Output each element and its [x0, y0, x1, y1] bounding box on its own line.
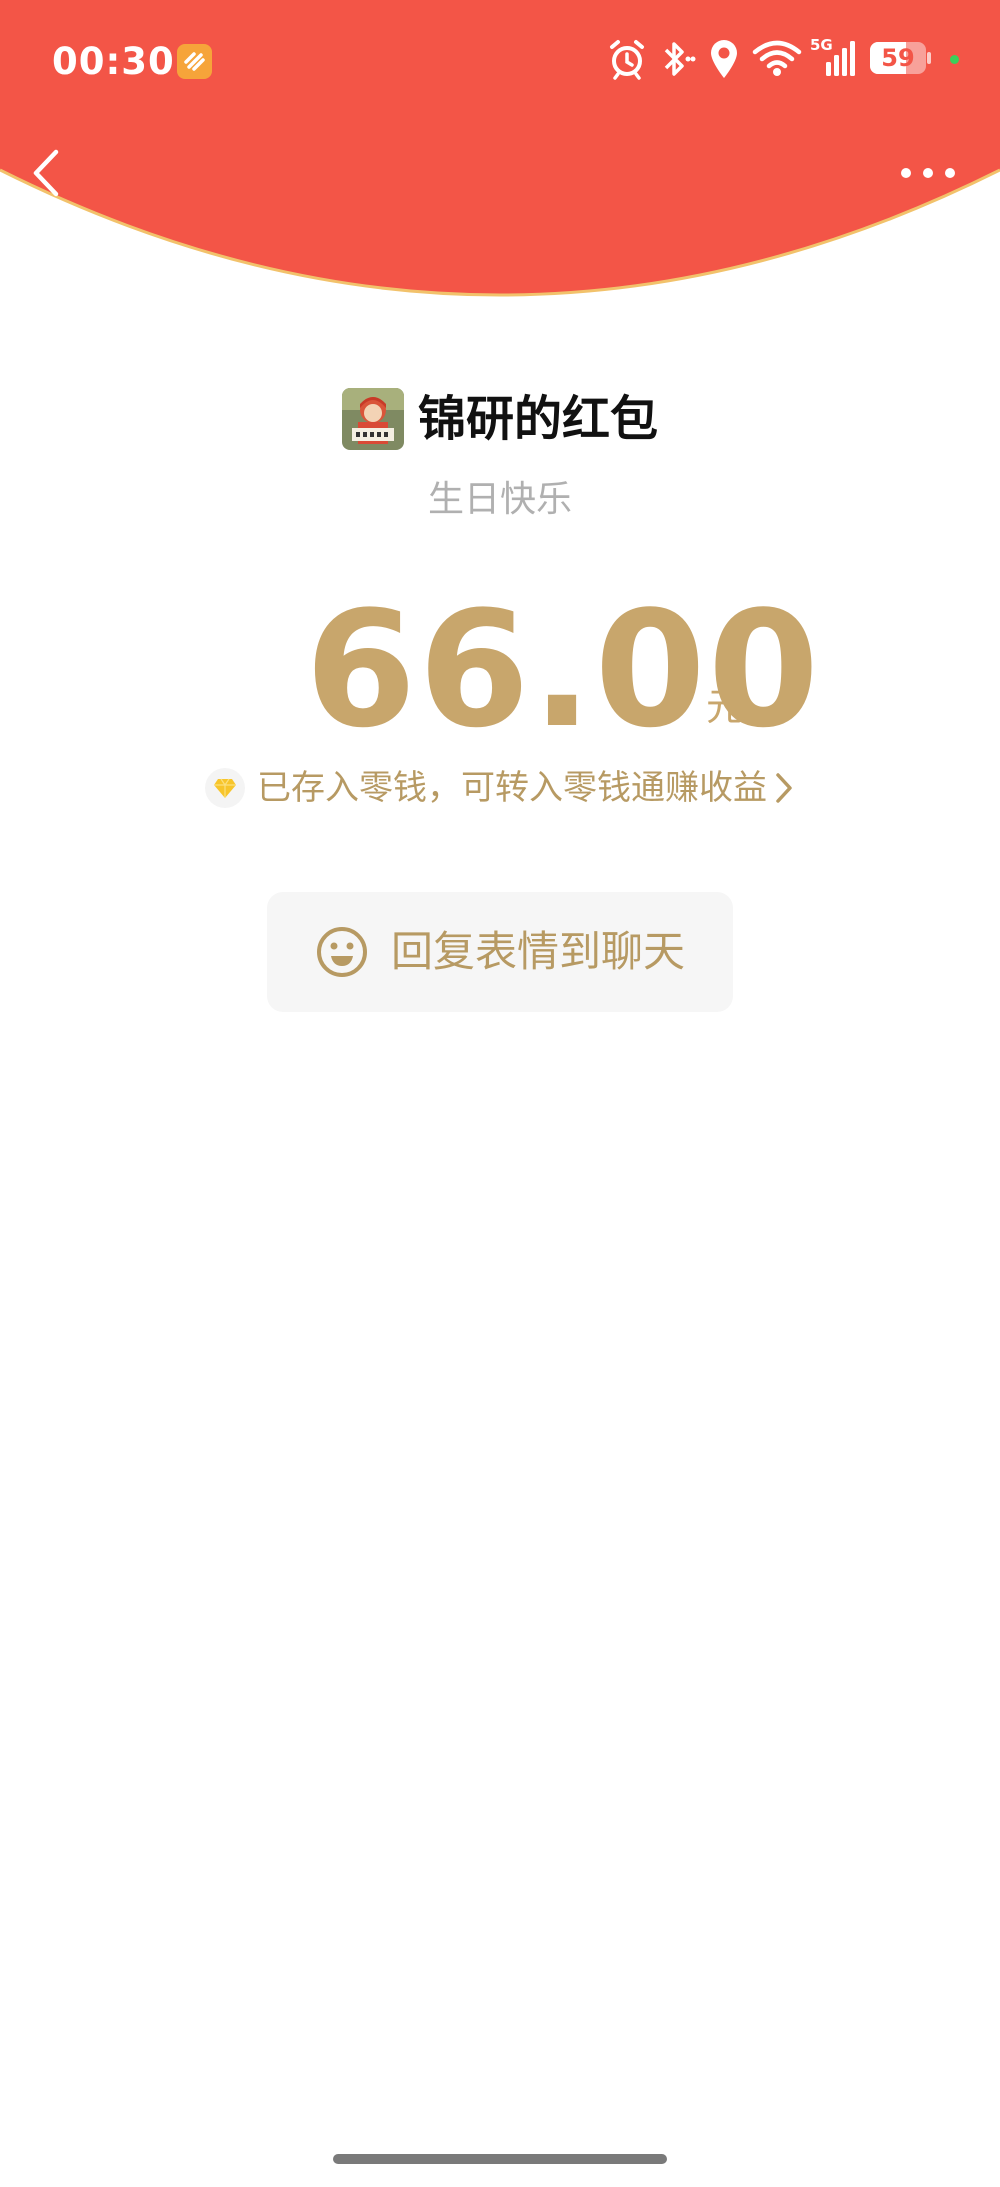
greeting-message: 生日快乐 — [427, 479, 572, 520]
back-button[interactable] — [28, 148, 68, 198]
bluetooth-icon — [660, 38, 696, 84]
more-options-button[interactable] — [900, 158, 956, 188]
location-icon — [708, 38, 740, 84]
app-notification-icon — [177, 44, 212, 79]
sender-name: 锦研的红包 — [417, 391, 658, 447]
privacy-indicator-dot — [950, 55, 959, 64]
avatar[interactable] — [341, 388, 404, 450]
chevron-left-icon — [33, 149, 59, 197]
sender-row: 锦研的红包 — [0, 384, 1000, 454]
chevron-right-icon — [776, 773, 792, 803]
amount-row: 66.00 元 — [0, 590, 1000, 750]
amount-unit: 元 — [706, 685, 745, 729]
status-bar: 00:30 5G 59 — [0, 0, 1000, 120]
more-horizontal-icon — [901, 168, 955, 178]
reply-button-label: 回复表情到聊天 — [390, 927, 685, 976]
status-time: 00:30 — [52, 40, 175, 83]
wifi-icon — [752, 38, 802, 84]
wallet-note-text: 已存入零钱，可转入零钱通赚收益 — [257, 768, 767, 808]
alarm-icon — [608, 38, 646, 84]
reply-sticker-button[interactable]: 回复表情到聊天 — [267, 892, 733, 1012]
status-icons: 5G 59 — [608, 36, 968, 88]
wallet-note-link[interactable]: 已存入零钱，可转入零钱通赚收益 — [0, 760, 1000, 816]
battery-icon: 59 — [870, 42, 931, 74]
diamond-icon — [205, 768, 245, 808]
home-indicator[interactable] — [333, 2154, 667, 2164]
smiley-icon — [316, 927, 367, 977]
battery-level: 59 — [881, 44, 915, 72]
